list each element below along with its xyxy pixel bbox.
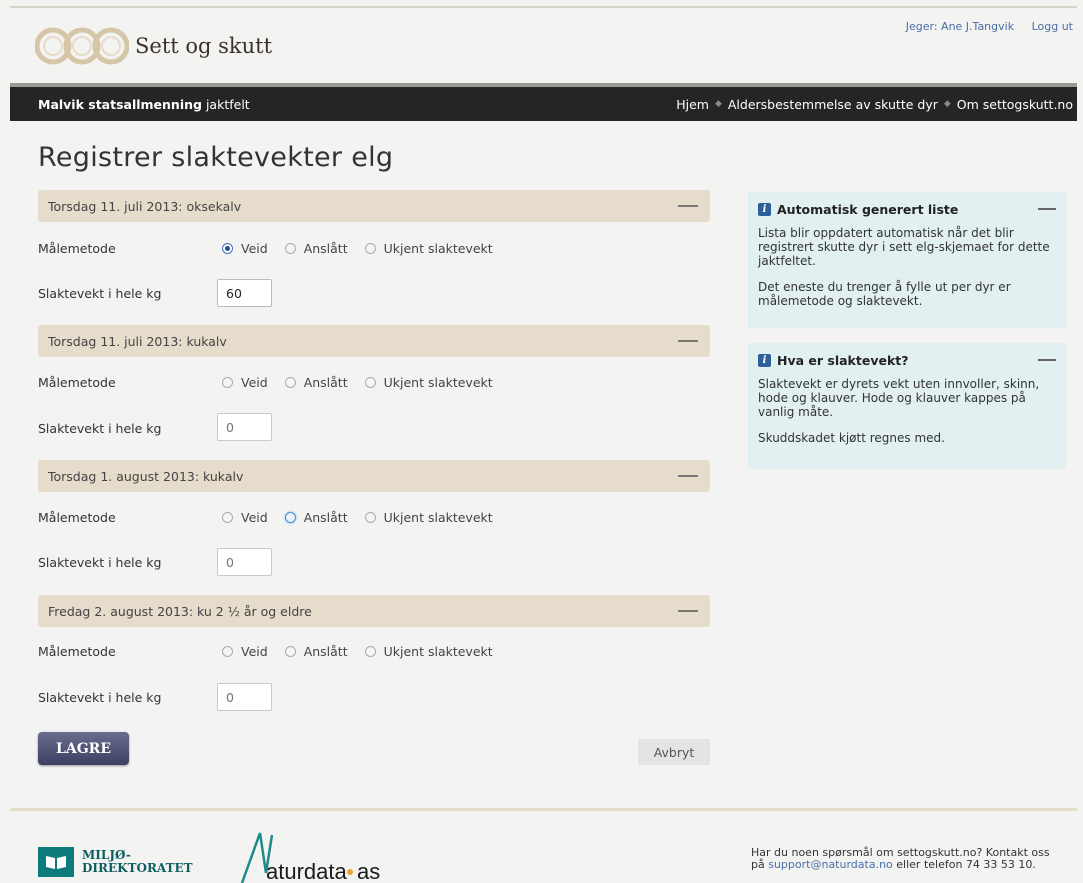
info-box-text: Slaktevekt er dyrets vekt uten innvoller… — [758, 377, 1040, 419]
nav-link-home[interactable]: Hjem — [676, 97, 709, 112]
user-links: Jeger: Ane J.Tangvik Logg ut — [892, 20, 1073, 33]
support-email-link[interactable]: support@naturdata.no — [768, 858, 893, 871]
radio-ukjent[interactable]: Ukjent slaktevekt — [364, 644, 493, 659]
logo-rings-icon — [35, 27, 129, 65]
nav-link-about[interactable]: Om settogskutt.no — [957, 97, 1073, 112]
weight-label: Slaktevekt i hele kg — [38, 286, 162, 301]
naturdata-name: aturdata — [266, 859, 347, 883]
site-logo[interactable]: Sett og skutt — [35, 26, 272, 66]
radio-veid[interactable]: Veid — [222, 375, 268, 390]
info-box-title: Automatisk generert liste — [777, 202, 959, 217]
info-box-text: Det eneste du trenger å fylle ut per dyr… — [758, 280, 1011, 308]
radio-dot[interactable] — [222, 243, 233, 254]
radio-ukjent[interactable]: Ukjent slaktevekt — [364, 375, 493, 390]
book-shape-icon — [46, 856, 66, 869]
miljodirektoratet-text: MILJØ- DIREKTORATET — [82, 848, 193, 875]
weight-input[interactable] — [217, 548, 272, 576]
naturdata-logo-icon: aturdata as — [240, 832, 380, 883]
method-label: Målemetode — [38, 510, 116, 525]
hunting-area-name: Malvik statsallmenning — [38, 96, 202, 112]
method-label: Målemetode — [38, 241, 116, 256]
diamond-separator-icon: ◆ — [943, 99, 951, 109]
radio-anslatt[interactable]: Anslått — [284, 375, 348, 390]
radio-dot[interactable] — [364, 512, 376, 523]
hunting-area-type: jaktfelt — [205, 96, 250, 112]
method-label: Målemetode — [38, 375, 116, 390]
save-button[interactable]: LAGRE — [38, 732, 129, 765]
collapse-icon[interactable] — [678, 340, 698, 342]
naturdata-suffix: as — [357, 859, 380, 883]
radio-ukjent[interactable]: Ukjent slaktevekt — [364, 510, 493, 525]
entry-heading: Torsdag 1. august 2013: kukalv — [48, 468, 244, 484]
weight-input[interactable] — [217, 279, 272, 307]
weight-label: Slaktevekt i hele kg — [38, 421, 162, 436]
info-box-auto-list: i Automatisk generert liste Lista blir o… — [748, 192, 1066, 328]
radio-anslatt[interactable]: Anslått — [284, 644, 348, 659]
radio-dot[interactable] — [222, 646, 233, 657]
collapse-icon[interactable] — [1038, 208, 1056, 210]
info-box-header: i Automatisk generert liste — [758, 202, 1056, 217]
naturdata-logo[interactable]: aturdata as — [238, 827, 398, 883]
info-box-slaughter-weight: i Hva er slaktevekt? Slaktevekt er dyret… — [748, 343, 1066, 469]
radio-dot[interactable] — [364, 377, 376, 388]
weight-label: Slaktevekt i hele kg — [38, 555, 162, 570]
radio-dot[interactable] — [284, 646, 296, 657]
nav-links: Hjem ◆ Aldersbestemmelse av skutte dyr ◆… — [676, 97, 1073, 112]
weight-input[interactable] — [217, 413, 272, 441]
info-box-text: Lista blir oppdatert automatisk når det … — [758, 226, 1050, 268]
info-icon: i — [758, 203, 771, 216]
radio-dot[interactable] — [284, 512, 296, 523]
page-title: Registrer slaktevekter elg — [38, 142, 394, 173]
entry-header: Torsdag 11. juli 2013: oksekalv — [38, 190, 710, 222]
book-icon — [38, 847, 74, 877]
info-box-title: Hva er slaktevekt? — [777, 353, 909, 368]
info-box-header: i Hva er slaktevekt? — [758, 353, 1056, 368]
method-radio-group: Veid Anslått Ukjent slaktevekt — [222, 644, 510, 659]
radio-dot[interactable] — [222, 377, 233, 388]
entry-heading: Fredag 2. august 2013: ku 2 ½ år og eldr… — [48, 603, 312, 619]
logout-link[interactable]: Logg ut — [1032, 20, 1073, 33]
collapse-icon[interactable] — [1038, 359, 1056, 361]
radio-anslatt[interactable]: Anslått — [284, 510, 348, 525]
diamond-separator-icon: ◆ — [714, 99, 722, 109]
footer-contact: Har du noen spørsmål om settogskutt.no? … — [751, 847, 1071, 871]
collapse-icon[interactable] — [678, 205, 698, 207]
entry-header: Torsdag 1. august 2013: kukalv — [38, 460, 710, 492]
site-name: Sett og skutt — [135, 34, 273, 58]
method-radio-group: Veid Anslått Ukjent slaktevekt — [222, 241, 510, 256]
radio-veid[interactable]: Veid — [222, 510, 268, 525]
method-label: Målemetode — [38, 644, 116, 659]
site-header: Sett og skutt Jeger: Ane J.Tangvik Logg … — [0, 8, 1083, 84]
entry-header: Fredag 2. august 2013: ku 2 ½ år og eldr… — [38, 595, 710, 627]
cancel-button[interactable]: Avbryt — [638, 739, 710, 765]
radio-ukjent[interactable]: Ukjent slaktevekt — [364, 241, 493, 256]
hunting-area: Malvik statsallmenning jaktfelt — [38, 97, 250, 112]
radio-dot[interactable] — [284, 243, 296, 254]
info-icon: i — [758, 354, 771, 367]
miljodirektoratet-logo[interactable]: MILJØ- DIREKTORATET — [38, 847, 193, 877]
method-radio-group: Veid Anslått Ukjent slaktevekt — [222, 375, 510, 390]
collapse-icon[interactable] — [678, 475, 698, 477]
radio-veid[interactable]: Veid — [222, 644, 268, 659]
weight-label: Slaktevekt i hele kg — [38, 690, 162, 705]
nav-link-age-determination[interactable]: Aldersbestemmelse av skutte dyr — [728, 97, 938, 112]
entry-header: Torsdag 11. juli 2013: kukalv — [38, 325, 710, 357]
method-radio-group: Veid Anslått Ukjent slaktevekt — [222, 510, 510, 525]
user-name-link[interactable]: Jeger: Ane J.Tangvik — [906, 20, 1014, 33]
radio-dot[interactable] — [364, 646, 376, 657]
radio-anslatt[interactable]: Anslått — [284, 241, 348, 256]
info-box-text: Skuddskadet kjøtt regnes med. — [758, 431, 945, 445]
entry-heading: Torsdag 11. juli 2013: oksekalv — [48, 198, 242, 214]
contact-line-2: på support@naturdata.no eller telefon 74… — [751, 858, 1036, 871]
collapse-icon[interactable] — [678, 610, 698, 612]
radio-dot[interactable] — [222, 512, 233, 523]
weight-input[interactable] — [217, 683, 272, 711]
entry-heading: Torsdag 11. juli 2013: kukalv — [48, 333, 227, 349]
radio-veid[interactable]: Veid — [222, 241, 268, 256]
site-footer: MILJØ- DIREKTORATET aturdata as Har du n… — [0, 811, 1083, 883]
radio-dot[interactable] — [364, 243, 376, 254]
main-navbar: Malvik statsallmenning jaktfelt Hjem ◆ A… — [10, 87, 1077, 121]
radio-dot[interactable] — [284, 377, 296, 388]
